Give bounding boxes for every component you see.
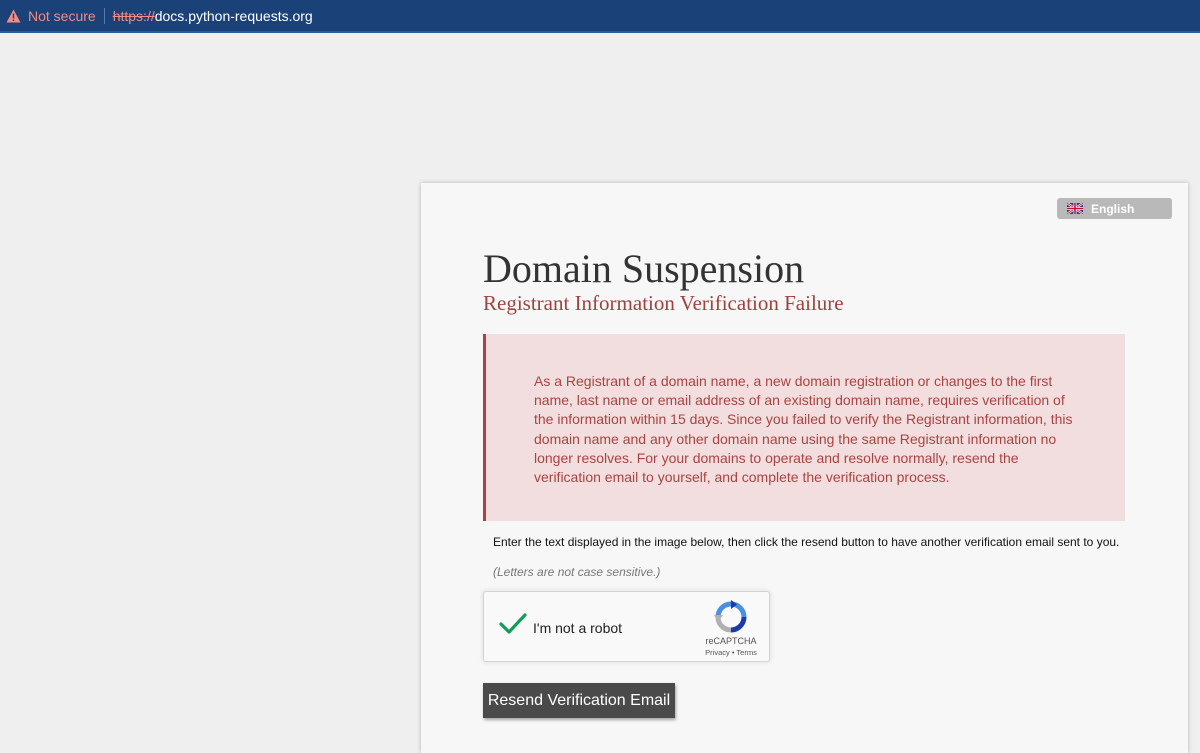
case-sensitivity-hint: (Letters are not case sensitive.) [493, 565, 661, 579]
warning-triangle-icon [6, 9, 21, 23]
recaptcha-brand: reCAPTCHA [705, 636, 757, 646]
captcha-instructions: Enter the text displayed in the image be… [493, 535, 1120, 549]
language-selector[interactable]: English [1057, 198, 1172, 219]
recaptcha-logo-icon [714, 600, 748, 634]
recaptcha-label: I'm not a robot [533, 620, 623, 636]
uk-flag-icon [1067, 203, 1083, 214]
suspension-card: English Domain Suspension Registrant Inf… [421, 183, 1188, 753]
resend-verification-button[interactable]: Resend Verification Email [483, 683, 675, 718]
url-scheme[interactable]: https:// [113, 8, 155, 24]
url-host[interactable]: docs.python-requests.org [155, 8, 313, 24]
security-status[interactable]: Not secure [28, 8, 96, 24]
recaptcha-privacy-terms[interactable]: Privacy • Terms [699, 648, 763, 657]
recaptcha-widget[interactable]: I'm not a robot reCAPTCHA Privacy • Term… [483, 591, 770, 662]
alert-box: As a Registrant of a domain name, a new … [483, 334, 1125, 521]
checkmark-icon[interactable] [498, 612, 528, 636]
address-divider [103, 7, 105, 24]
alert-message: As a Registrant of a domain name, a new … [534, 373, 1073, 486]
address-bar[interactable]: Not secure https:// docs.python-requests… [0, 0, 1200, 33]
language-label: English [1091, 201, 1135, 216]
page-title: Domain Suspension [483, 246, 805, 291]
page-subtitle: Registrant Information Verification Fail… [483, 291, 844, 315]
